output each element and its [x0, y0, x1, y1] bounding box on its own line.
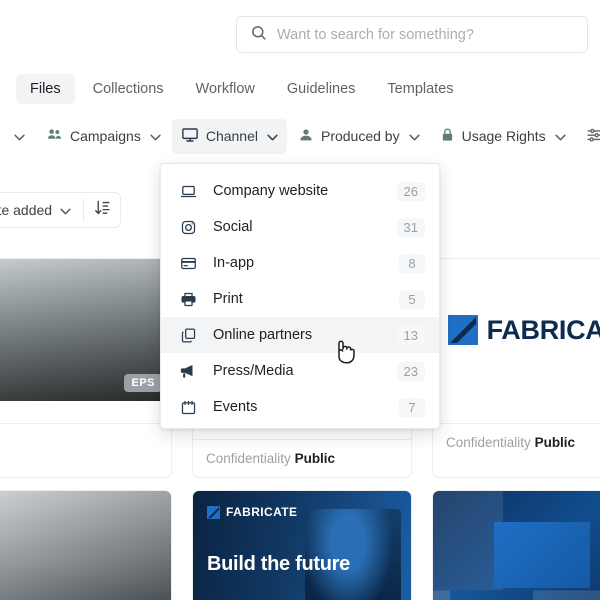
sort-select[interactable]: by Date added — [0, 193, 83, 227]
tab-workflow[interactable]: Workflow — [182, 74, 269, 104]
sort-descending-icon — [94, 199, 111, 221]
chevron-down-icon — [14, 128, 25, 144]
menu-item-social[interactable]: Social 31 — [161, 209, 439, 245]
menu-item-label: Online partners — [213, 327, 313, 343]
meta-label: Confidentiality — [446, 435, 531, 450]
laptop-icon — [179, 183, 197, 200]
person-icon — [298, 127, 314, 146]
menu-item-press-media[interactable]: Press/Media 23 — [161, 353, 439, 389]
menu-item-count: 5 — [399, 289, 425, 309]
menu-item-label: Social — [213, 219, 253, 235]
search-box[interactable] — [236, 16, 588, 53]
tab-files[interactable]: Files — [16, 74, 75, 104]
menu-item-count: 8 — [399, 253, 425, 273]
filter-chip-channel[interactable]: Channel — [171, 118, 287, 154]
filter-chip-produced-by[interactable]: Produced by — [289, 120, 429, 153]
logo-wordmark: FABRICATE — [486, 314, 600, 345]
hero-headline: Build the future — [207, 553, 350, 575]
tab-guidelines[interactable]: Guidelines — [273, 74, 370, 104]
tab-bar: Files Collections Workflow Guidelines Te… — [0, 70, 600, 108]
logo-mark-icon — [447, 315, 478, 345]
menu-item-count: 13 — [396, 325, 425, 345]
menu-item-label: Press/Media — [213, 363, 294, 379]
meta-value: Public — [534, 435, 576, 450]
asset-card[interactable]: EPS — [0, 258, 172, 478]
search-input[interactable] — [277, 17, 574, 52]
printer-icon — [179, 291, 197, 308]
sort-bar: by Date added — [0, 192, 122, 228]
channel-dropdown-menu: Company website 26 Social 31 In-app 8 Pr… — [160, 163, 440, 429]
file-type-badge: EPS — [124, 374, 162, 392]
asset-library-app: Files Collections Workflow Guidelines Te… — [0, 0, 600, 600]
asset-card[interactable] — [0, 490, 172, 600]
menu-item-count: 7 — [399, 397, 425, 417]
menu-item-online-partners[interactable]: Online partners 13 — [161, 317, 439, 353]
asset-thumbnail: FABRICATE EPS — [433, 259, 600, 401]
search-icon — [250, 24, 267, 46]
asset-thumbnail: EPS — [0, 259, 171, 401]
meta-value: Public — [294, 451, 336, 466]
menu-item-label: Print — [213, 291, 243, 307]
menu-item-label: Events — [213, 399, 258, 415]
logo-mark-icon — [207, 505, 220, 519]
calendar-icon — [179, 399, 197, 416]
menu-item-count: 31 — [396, 217, 425, 237]
sort-direction-button[interactable] — [84, 193, 120, 227]
menu-item-label: Company website — [213, 183, 329, 199]
asset-meta: Confidentiality Public — [433, 423, 600, 461]
asset-title — [433, 401, 600, 423]
asset-meta — [0, 423, 171, 446]
menu-item-count: 26 — [396, 181, 425, 201]
megaphone-icon — [179, 362, 197, 380]
people-icon — [46, 126, 63, 146]
menu-item-events[interactable]: Events 7 — [161, 389, 439, 425]
menu-item-count: 23 — [396, 361, 425, 381]
filter-chip-label: Channel — [205, 128, 258, 144]
card-icon — [179, 255, 197, 272]
filter-chip-label: Usage Rights — [461, 128, 546, 144]
filter-chip-label: Campaigns — [70, 128, 141, 144]
chevron-down-icon — [267, 128, 278, 144]
asset-title — [0, 401, 171, 423]
menu-item-in-app[interactable]: In-app 8 — [161, 245, 439, 281]
asset-card[interactable] — [432, 490, 600, 600]
filter-bar: Campaigns Channel Produced by Usage Righ… — [0, 118, 600, 154]
asset-thumbnail — [0, 491, 171, 600]
fabricate-logo: FABRICATE — [447, 314, 600, 346]
filter-chip-advanced[interactable]: Ad — [577, 119, 600, 153]
menu-item-print[interactable]: Print 5 — [161, 281, 439, 317]
menu-item-company-website[interactable]: Company website 26 — [161, 173, 439, 209]
instagram-icon — [179, 219, 197, 236]
tab-collections[interactable]: Collections — [79, 74, 178, 104]
filter-overflow-chip[interactable] — [2, 121, 35, 151]
tab-templates[interactable]: Templates — [373, 74, 467, 104]
asset-thumbnail: FABRICATE Build the future — [193, 491, 411, 600]
chevron-down-icon — [554, 128, 566, 144]
filter-chip-usage-rights[interactable]: Usage Rights — [431, 120, 575, 153]
sliders-icon — [586, 126, 600, 146]
copy-icon — [179, 327, 197, 344]
asset-row: FABRICATE Build the future — [0, 490, 600, 600]
chevron-down-icon — [150, 128, 161, 144]
sort-label: by Date added — [0, 202, 53, 218]
chevron-down-icon — [408, 128, 420, 144]
lock-icon — [440, 127, 455, 146]
asset-meta: Confidentiality Public — [193, 439, 411, 477]
menu-item-label: In-app — [213, 255, 255, 271]
monitor-icon — [181, 126, 199, 147]
asset-card[interactable]: FABRICATE EPS Confidentiality Public — [432, 258, 600, 478]
filter-chip-campaigns[interactable]: Campaigns — [37, 119, 170, 153]
fabricate-logo: FABRICATE — [207, 505, 297, 519]
filter-chip-label: Produced by — [320, 128, 400, 144]
meta-label: Confidentiality — [206, 451, 291, 466]
logo-wordmark: FABRICATE — [226, 505, 298, 519]
asset-card[interactable]: FABRICATE Build the future — [192, 490, 412, 600]
chevron-down-icon — [60, 202, 71, 218]
search-row — [0, 0, 600, 66]
asset-thumbnail — [433, 491, 600, 600]
